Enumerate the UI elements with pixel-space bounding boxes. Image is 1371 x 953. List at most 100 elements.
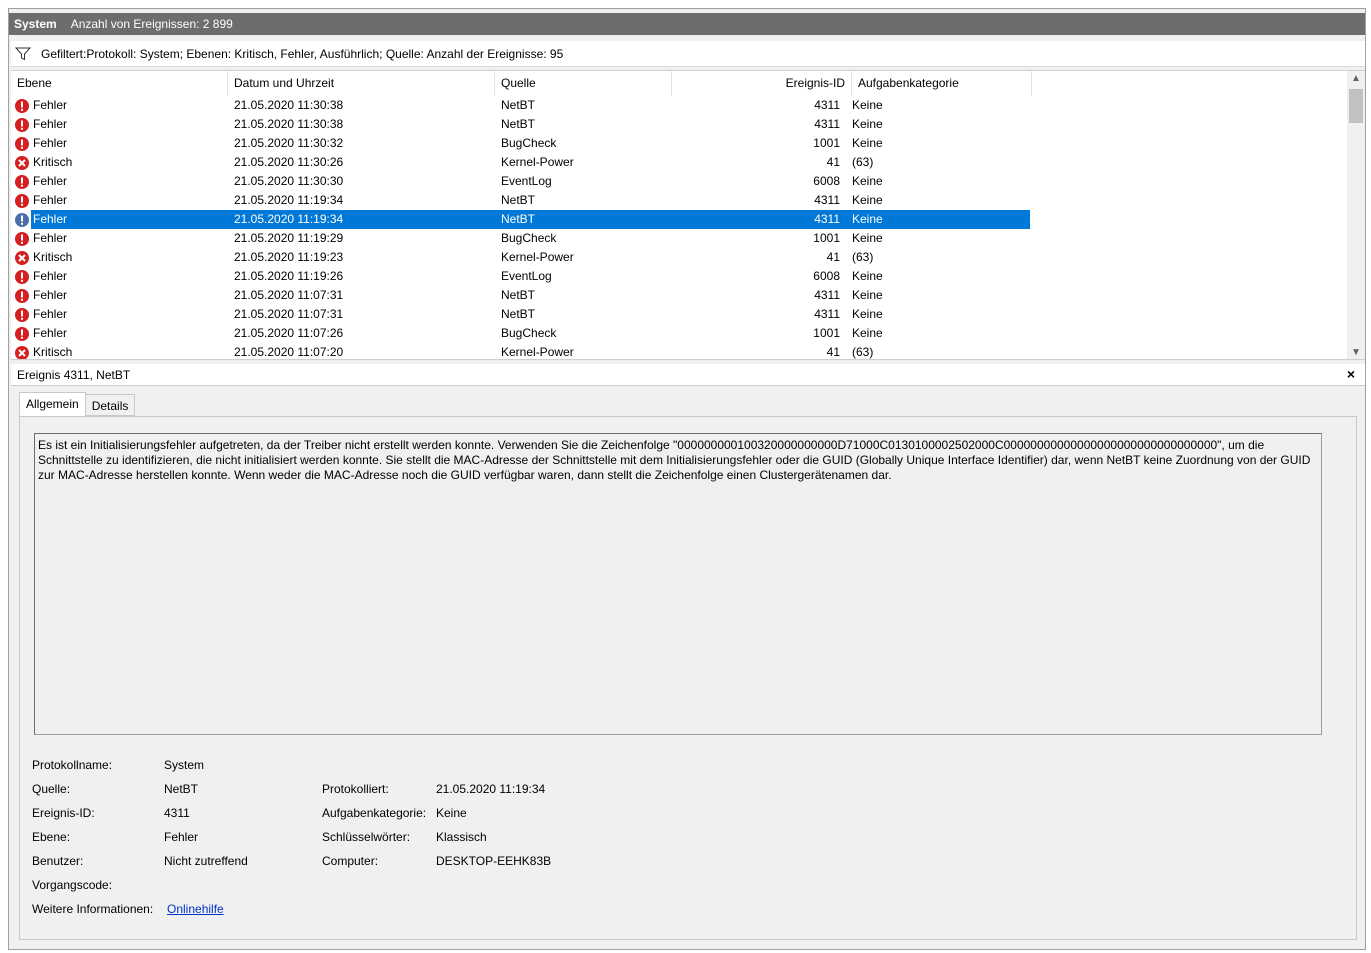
error-icon — [14, 231, 30, 247]
keywords-label: Schlüsselwörter: — [322, 830, 411, 844]
cell-source: Kernel-Power — [501, 250, 574, 264]
eventid-label: Ereignis-ID: — [32, 806, 95, 820]
cell-category: Keine — [852, 212, 883, 226]
error-icon — [14, 98, 30, 114]
level-text: Kritisch — [33, 345, 73, 359]
cell-source: BugCheck — [501, 136, 557, 150]
source-value: NetBT — [164, 782, 199, 796]
level-text: Fehler — [33, 174, 68, 188]
table-row[interactable]: Kritisch 21.05.2020 11:30:26 Kernel-Power 4… — [11, 153, 1347, 172]
tab-details[interactable]: Details — [84, 394, 136, 416]
cell-source: EventLog — [501, 174, 552, 188]
cell-category: Keine — [852, 326, 883, 340]
table-row[interactable]: Fehler 21.05.2020 11:30:38 NetBT 4311 Keine — [11, 96, 1347, 115]
user-label: Benutzer: — [32, 854, 84, 868]
cell-event-id: 4311 — [814, 212, 840, 226]
cell-level: Fehler — [11, 305, 228, 324]
error-icon — [14, 269, 30, 285]
close-icon[interactable]: × — [1347, 366, 1355, 382]
scroll-up-icon[interactable]: ▲ — [1347, 71, 1365, 87]
prop-row: Weitere Informationen: Onlinehilfe — [32, 897, 551, 921]
cell-level: Fehler — [11, 134, 228, 153]
level-text: Fehler — [33, 288, 68, 302]
cell-source: NetBT — [501, 98, 536, 112]
cell-level: Fehler — [11, 286, 228, 305]
cell-category: Keine — [852, 269, 883, 283]
eventid-value: 4311 — [164, 806, 190, 820]
detail-header: Ereignis 4311, NetBT × — [11, 364, 1365, 386]
event-rows: Fehler 21.05.2020 11:30:38 NetBT 4311 Keine F… — [11, 96, 1347, 359]
cell-source: NetBT — [501, 307, 536, 321]
table-row[interactable]: Kritisch 21.05.2020 11:19:23 Kernel-Power 4… — [11, 248, 1347, 267]
cell-source: Kernel-Power — [501, 155, 574, 169]
cell-event-id: 6008 — [813, 269, 840, 283]
cell-date: 21.05.2020 11:30:30 — [234, 174, 344, 188]
table-row[interactable]: Kritisch 21.05.2020 11:07:20 Kernel-Power 4… — [11, 343, 1347, 359]
cell-source: Kernel-Power — [501, 345, 574, 359]
prop-row: Vorgangscode: — [32, 873, 551, 897]
table-row[interactable]: Fehler 21.05.2020 11:30:32 BugCheck 1001 Kei… — [11, 134, 1347, 153]
source-label: Quelle: — [32, 782, 71, 796]
table-row[interactable]: Fehler 21.05.2020 11:19:29 BugCheck 1001 Kei… — [11, 229, 1347, 248]
column-header-date[interactable]: Datum und Uhrzeit — [228, 71, 495, 96]
online-help-link[interactable]: Onlinehilfe — [167, 902, 224, 916]
table-row[interactable]: Fehler 21.05.2020 11:07:31 NetBT 4311 Keine — [11, 286, 1347, 305]
cell-date: 21.05.2020 11:19:34 — [234, 212, 344, 226]
error-icon — [14, 307, 30, 323]
moreinfo-label: Weitere Informationen: — [32, 902, 154, 916]
level-value: Fehler — [164, 830, 199, 844]
table-row[interactable]: Fehler 21.05.2020 11:30:30 EventLog 6008 Kei… — [11, 172, 1347, 191]
level-text: Fehler — [33, 98, 68, 112]
cell-event-id: 4311 — [814, 193, 840, 207]
column-header-event-id[interactable]: Ereignis-ID — [672, 71, 852, 96]
scrollbar-thumb[interactable] — [1349, 89, 1363, 123]
filter-text: Gefiltert:Protokoll: System; Ebenen: Kri… — [41, 46, 564, 61]
event-viewer-pane: System Anzahl von Ereignissen: 2 899 Gef… — [8, 8, 1366, 950]
table-row[interactable]: Fehler 21.05.2020 11:19:26 EventLog 6008 Kei… — [11, 267, 1347, 286]
cell-category: Keine — [852, 288, 883, 302]
level-text: Fehler — [33, 231, 68, 245]
level-text: Fehler — [33, 269, 68, 283]
logname-label: Protokollname: — [32, 758, 113, 772]
cell-level: Fehler — [11, 229, 228, 248]
event-properties: Protokollname: System Quelle: NetBT Prot… — [32, 753, 551, 921]
filter-icon — [15, 47, 31, 60]
column-header-source[interactable]: Quelle — [495, 71, 672, 96]
table-row[interactable]: Fehler 21.05.2020 11:19:34 NetBT 4311 Keine — [11, 191, 1347, 210]
error-icon — [14, 136, 30, 152]
cell-category: Keine — [852, 307, 883, 321]
table-row[interactable]: Fehler 21.05.2020 11:30:38 NetBT 4311 Keine — [11, 115, 1347, 134]
cell-level: Fehler — [11, 210, 228, 229]
detail-tabs: Allgemein Details — [19, 392, 136, 416]
column-header-category[interactable]: Aufgabenkategorie — [852, 71, 1032, 96]
critical-icon — [14, 345, 30, 359]
taskcat-value: Keine — [436, 806, 467, 820]
event-list[interactable]: Ebene Datum und Uhrzeit Quelle Ereignis-… — [11, 70, 1365, 360]
prop-row: Protokollname: System — [32, 753, 551, 777]
column-header-level[interactable]: Ebene — [11, 71, 228, 96]
event-description[interactable]: Es ist ein Initialisierungsfehler aufget… — [34, 433, 1322, 735]
cell-event-id: 4311 — [814, 117, 840, 131]
user-value: Nicht zutreffend — [164, 854, 248, 868]
prop-row: Quelle: NetBT Protokolliert: 21.05.2020 … — [32, 777, 551, 801]
logged-label: Protokolliert: — [322, 782, 389, 796]
cell-level: Kritisch — [11, 153, 228, 172]
prop-row: Ebene: Fehler Schlüsselwörter: Klassisch — [32, 825, 551, 849]
vertical-scrollbar[interactable]: ▲ ▼ — [1347, 71, 1365, 359]
computer-value: DESKTOP-EEHK83B — [436, 854, 552, 868]
level-text: Fehler — [33, 117, 68, 131]
table-row[interactable]: Fehler 21.05.2020 11:07:31 NetBT 4311 Keine — [11, 305, 1347, 324]
cell-date: 21.05.2020 11:07:26 — [234, 326, 344, 340]
scroll-down-icon[interactable]: ▼ — [1347, 345, 1365, 359]
log-title-bar: System Anzahl von Ereignissen: 2 899 — [9, 13, 1365, 35]
cell-level: Fehler — [11, 96, 228, 115]
table-row[interactable]: Fehler 21.05.2020 11:07:26 BugCheck 1001 Kei… — [11, 324, 1347, 343]
tab-allgemein[interactable]: Allgemein — [19, 392, 86, 416]
table-row[interactable]: Fehler 21.05.2020 11:19:34 NetBT 4311 Keine — [11, 210, 1347, 229]
cell-level: Fehler — [11, 115, 228, 134]
cell-date: 21.05.2020 11:19:26 — [234, 269, 344, 283]
cell-event-id: 1001 — [813, 326, 840, 340]
cell-level: Kritisch — [11, 343, 228, 359]
cell-event-id: 41 — [826, 345, 840, 359]
cell-event-id: 41 — [826, 250, 840, 264]
